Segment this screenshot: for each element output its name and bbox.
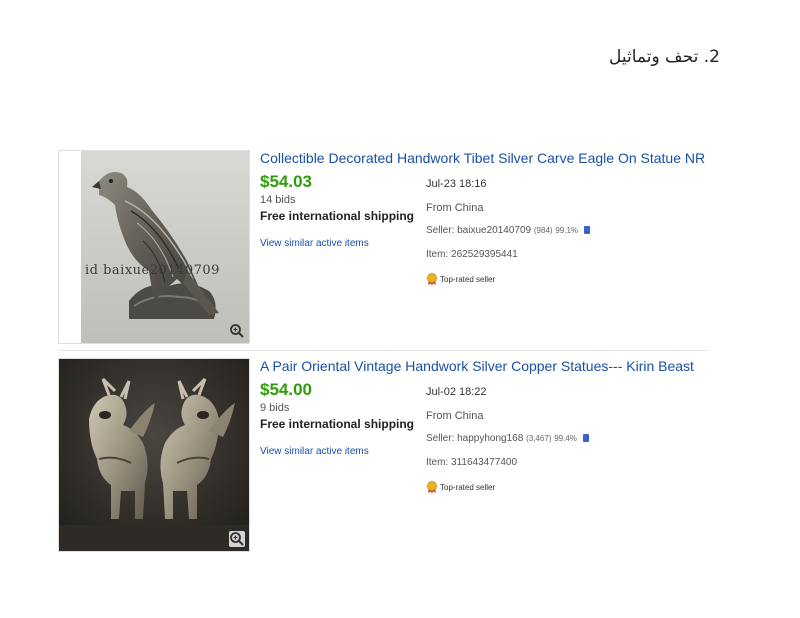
item-number: Item: 311643477400: [426, 457, 518, 468]
listing-end-date: Jul-23 18:16: [426, 178, 487, 190]
silver-kirin-pair-photo: [59, 359, 249, 551]
listing-title-link[interactable]: A Pair Oriental Vintage Handwork Silver …: [260, 358, 694, 374]
ribbon-medal-icon: [427, 481, 437, 494]
listing-item: id baixue20140709 Collectible Decorated …: [58, 150, 708, 345]
shipping-info: Free international shipping: [260, 209, 415, 223]
top-rated-label: Top-rated seller: [440, 275, 496, 284]
seller-info: Seller: baixue20140709 (984) 99.1%: [426, 225, 590, 236]
seller-feedback-percent: 99.1%: [555, 226, 579, 235]
silver-eagle-statue-photo: [59, 151, 249, 343]
seller-name[interactable]: Seller: baixue20140709: [426, 225, 531, 236]
top-rated-badge: Top-rated seller: [426, 273, 495, 286]
seller-name[interactable]: Seller: happyhong168: [426, 433, 523, 444]
top-rated-badge: Top-rated seller: [426, 481, 495, 494]
seller-feedback-percent: 99.4%: [554, 434, 577, 443]
magnifier-icon[interactable]: [229, 531, 245, 547]
listing-price: $54.00: [260, 380, 312, 399]
listing-divider: [58, 350, 708, 351]
ribbon-medal-icon: [427, 273, 437, 286]
document-icon[interactable]: [582, 434, 589, 442]
view-similar-link[interactable]: View similar active items: [260, 446, 369, 457]
listing-end-date: Jul-02 18:22: [426, 386, 487, 398]
view-similar-link[interactable]: View similar active items: [260, 238, 369, 249]
top-rated-label: Top-rated seller: [440, 483, 496, 492]
listing-thumbnail[interactable]: id baixue20140709: [58, 150, 250, 344]
seller-info: Seller: happyhong168 (3,467) 99.4%: [426, 433, 589, 444]
seller-feedback-count: (3,467): [526, 434, 552, 443]
document-icon[interactable]: [583, 226, 590, 234]
item-origin: From China: [426, 202, 484, 214]
listing-price: $54.03: [260, 172, 312, 191]
shipping-info: Free international shipping: [260, 417, 415, 431]
item-number: Item: 262529395441: [426, 249, 518, 260]
listing-item: A Pair Oriental Vintage Handwork Silver …: [58, 358, 708, 553]
image-watermark: id baixue20140709: [85, 263, 220, 278]
magnifier-icon[interactable]: [229, 323, 245, 339]
listing-title-link[interactable]: Collectible Decorated Handwork Tibet Sil…: [260, 150, 705, 166]
seller-feedback-count: (984): [533, 226, 553, 235]
listing-thumbnail[interactable]: [58, 358, 250, 552]
page-heading: 2. تحف وتماثيل: [608, 47, 720, 67]
item-origin: From China: [426, 410, 484, 422]
bid-count: 9 bids: [260, 402, 290, 414]
bid-count: 14 bids: [260, 194, 296, 206]
